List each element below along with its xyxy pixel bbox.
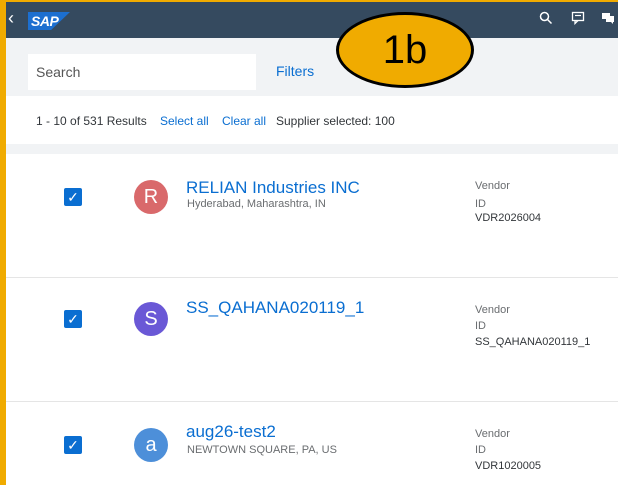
id-value: VDR2026004 xyxy=(475,212,542,224)
supplier-type: Vendor xyxy=(475,180,510,192)
supplier-name-link[interactable]: aug26-test2 xyxy=(186,422,276,442)
step-callout: 1b xyxy=(336,12,474,88)
supplier-name-link[interactable]: SS_QAHANA020119_1 xyxy=(186,298,364,318)
avatar: a xyxy=(134,428,168,462)
avatar: R xyxy=(134,180,168,214)
results-bar: 1 - 10 of 531 Results Select all Clear a… xyxy=(6,96,618,144)
back-icon[interactable]: ‹ xyxy=(4,8,18,29)
supplier-row[interactable]: ✓ a aug26-test2 NEWTOWN SQUARE, PA, US V… xyxy=(6,402,618,485)
id-value: VDR1020005 xyxy=(475,460,542,472)
row-checkbox[interactable]: ✓ xyxy=(64,436,82,454)
search-input[interactable] xyxy=(28,54,256,90)
id-label: ID xyxy=(475,320,486,332)
id-label: ID xyxy=(475,444,486,456)
supplier-location: Hyderabad, Maharashtra, IN xyxy=(187,198,326,210)
notifications-icon[interactable] xyxy=(598,10,618,30)
shell-bar: ‹ SAP xyxy=(6,2,618,38)
supplier-selected-count: Supplier selected: 100 xyxy=(276,114,395,128)
clear-all-link[interactable]: Clear all xyxy=(222,114,266,128)
separator xyxy=(6,144,618,154)
avatar-initial: R xyxy=(143,186,159,208)
supplier-row[interactable]: ✓ R RELIAN Industries INC Hyderabad, Mah… xyxy=(6,154,618,278)
id-label: ID xyxy=(475,198,486,210)
sap-logo[interactable]: SAP xyxy=(28,12,70,30)
select-all-link[interactable]: Select all xyxy=(160,114,209,128)
filters-button[interactable]: Filters xyxy=(276,63,314,79)
row-checkbox[interactable]: ✓ xyxy=(64,310,82,328)
supplier-name-link[interactable]: RELIAN Industries INC xyxy=(186,178,360,198)
results-count: 1 - 10 of 531 Results xyxy=(36,114,147,128)
supplier-type: Vendor xyxy=(475,428,510,440)
supplier-type: Vendor xyxy=(475,304,510,316)
avatar-initial: a xyxy=(145,434,157,456)
avatar: S xyxy=(134,302,168,336)
row-checkbox[interactable]: ✓ xyxy=(64,188,82,206)
search-icon[interactable] xyxy=(536,10,556,30)
avatar-initial: S xyxy=(144,308,158,330)
feedback-icon[interactable] xyxy=(568,10,588,30)
supplier-list: ✓ R RELIAN Industries INC Hyderabad, Mah… xyxy=(6,154,618,485)
supplier-location: NEWTOWN SQUARE, PA, US xyxy=(187,444,337,456)
supplier-row[interactable]: ✓ S SS_QAHANA020119_1 Vendor ID SS_QAHAN… xyxy=(6,278,618,402)
logo-text: SAP xyxy=(31,13,59,29)
id-value: SS_QAHANA020119_1 xyxy=(475,336,591,348)
